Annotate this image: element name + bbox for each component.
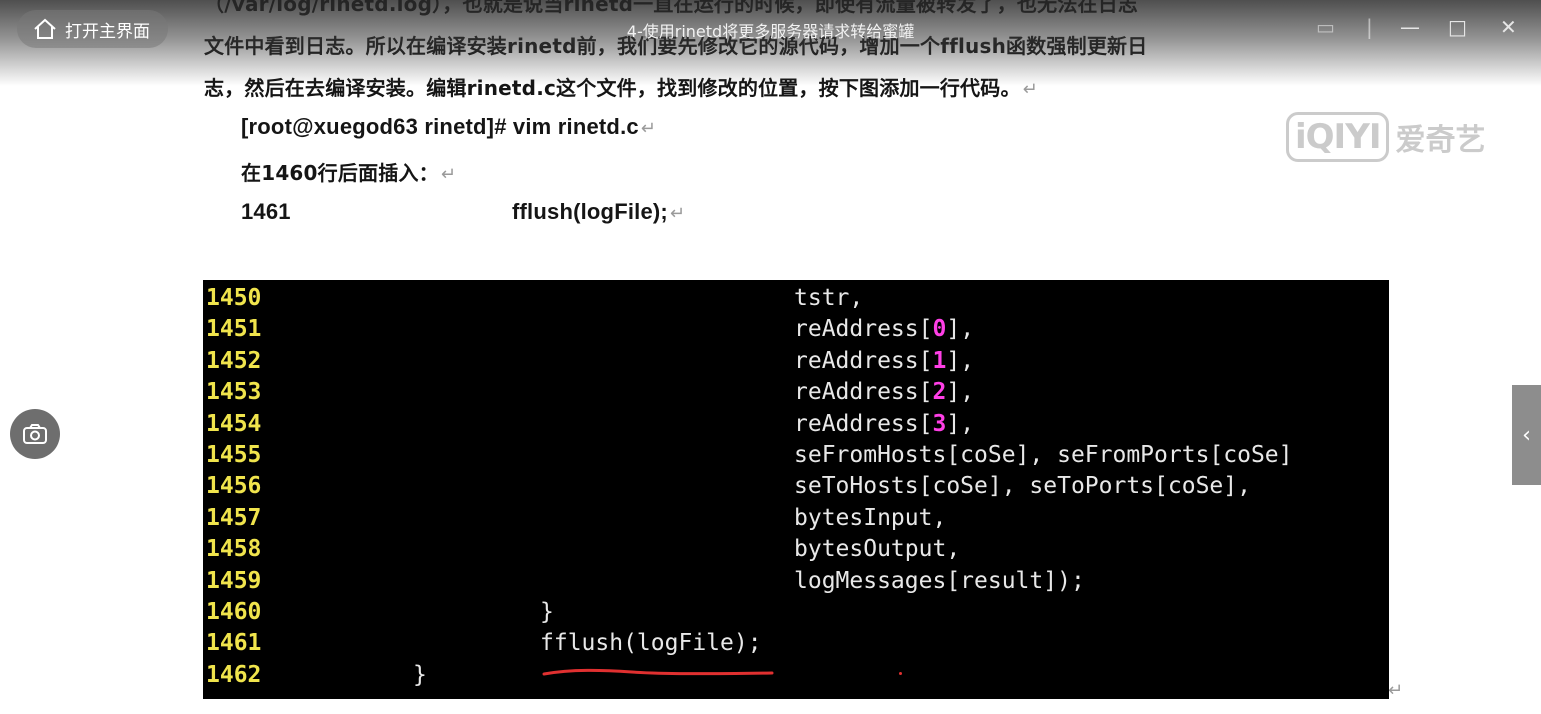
- terminal-line: 1455 seFromHosts[coSe], seFromPorts[coSe]: [203, 440, 1389, 471]
- terminal-line: 1450 tstr,: [203, 283, 1389, 314]
- code-text: logMessages[result]);: [794, 567, 1085, 594]
- return-mark: ↵: [640, 118, 657, 138]
- terminal-line: 1456 seToHosts[coSe], seToPorts[coSe],: [203, 471, 1389, 502]
- chevron-left-icon: ‹: [1522, 422, 1531, 448]
- doc-text-line-top: （/var/log/rinetd.log），也就是说当rinetd一直在运行的时…: [204, 0, 1139, 16]
- line-number: 1451: [206, 316, 262, 343]
- code-text: }: [540, 599, 554, 625]
- return-mark: ↵: [440, 164, 457, 185]
- screenshot-button[interactable]: [10, 409, 60, 459]
- terminal-screenshot: 1450 tstr, 1451 reAddress[0], 1452 reAddress[…: [203, 280, 1389, 699]
- red-underline-annotation: [542, 668, 774, 676]
- doc-insert-note: 在1460行后面插入： ↵: [241, 161, 457, 185]
- iqiyi-watermark: iQIYI 爱奇艺: [1286, 112, 1485, 162]
- line-number: 1460: [206, 599, 262, 625]
- watermark-logo: iQIYI: [1286, 112, 1390, 162]
- line-number: 1450: [206, 285, 262, 311]
- line-number: 1461: [206, 630, 262, 657]
- line-number: 1455: [206, 442, 262, 468]
- terminal-line: 1457 bytesInput,: [203, 503, 1389, 534]
- side-panel-toggle[interactable]: ‹: [1512, 385, 1541, 485]
- terminal-line: 1462}: [203, 660, 1389, 691]
- code-text: reAddress[2],: [794, 379, 975, 406]
- terminal-line: 1453 reAddress[2],: [203, 377, 1389, 408]
- pip-icon[interactable]: ▭: [1316, 16, 1335, 38]
- code-text: reAddress[1],: [794, 347, 975, 374]
- code-text: seToHosts[coSe], seToPorts[coSe],: [794, 473, 1251, 500]
- camera-icon: [23, 424, 47, 444]
- video-title: 4-使用rinetd将更多服务器请求转给蜜罐: [626, 22, 915, 41]
- control-separator: |: [1366, 15, 1373, 39]
- code-text: bytesOutput,: [794, 536, 961, 563]
- return-mark: ↵: [1022, 79, 1038, 100]
- code-digit: 0: [932, 316, 947, 343]
- code-digit: 2: [932, 379, 947, 406]
- minimize-icon[interactable]: —: [1400, 16, 1420, 38]
- terminal-line: 1452 reAddress[1],: [203, 346, 1389, 377]
- line-number: 1462: [206, 661, 262, 688]
- doc-code-line-text: fflush(logFile); ↵: [512, 199, 686, 224]
- terminal-line: 1460}: [203, 597, 1389, 628]
- line-number: 1453: [206, 379, 262, 406]
- code-text: }: [413, 661, 427, 688]
- code-text: reAddress[0],: [794, 316, 975, 343]
- return-mark: ↵: [669, 203, 686, 223]
- code-text: seFromHosts[coSe], seFromPorts[coSe]: [794, 442, 1293, 468]
- terminal-line: 1454 reAddress[3],: [203, 409, 1389, 440]
- line-number: 1457: [206, 504, 262, 531]
- doc-command-line: [root@xuegod63 rinetd]# vim rinetd.c ↵: [241, 114, 657, 139]
- code-digit: 3: [932, 410, 947, 437]
- code-text: fflush(logFile);: [540, 630, 762, 657]
- terminal-line: 1451 reAddress[0],: [203, 314, 1389, 345]
- code-text: tstr,: [794, 285, 864, 311]
- doc-text-line-2: 志，然后在去编译安装。编辑rinetd.c这个文件，找到修改的位置，按下图添加一…: [204, 76, 1038, 100]
- terminal-line: 1459 logMessages[result]);: [203, 566, 1389, 597]
- code-digit: 1: [932, 347, 947, 374]
- close-icon[interactable]: ✕: [1500, 16, 1517, 38]
- line-number: 1458: [206, 536, 262, 563]
- line-number: 1459: [206, 567, 262, 594]
- code-text: bytesInput,: [794, 504, 947, 531]
- watermark-text: 爱奇艺: [1395, 123, 1486, 158]
- terminal-line: 1461 fflush(logFile);: [203, 628, 1389, 659]
- code-text: reAddress[3],: [794, 410, 975, 437]
- terminal-line: 1458 bytesOutput,: [203, 534, 1389, 565]
- line-number: 1452: [206, 347, 262, 374]
- line-number: 1454: [206, 410, 262, 437]
- line-number: 1456: [206, 473, 262, 500]
- red-dot-annotation: [899, 672, 902, 675]
- maximize-icon[interactable]: □: [1448, 16, 1467, 38]
- doc-code-line-number: 1461: [241, 199, 291, 224]
- return-mark: ↵: [1388, 680, 1404, 701]
